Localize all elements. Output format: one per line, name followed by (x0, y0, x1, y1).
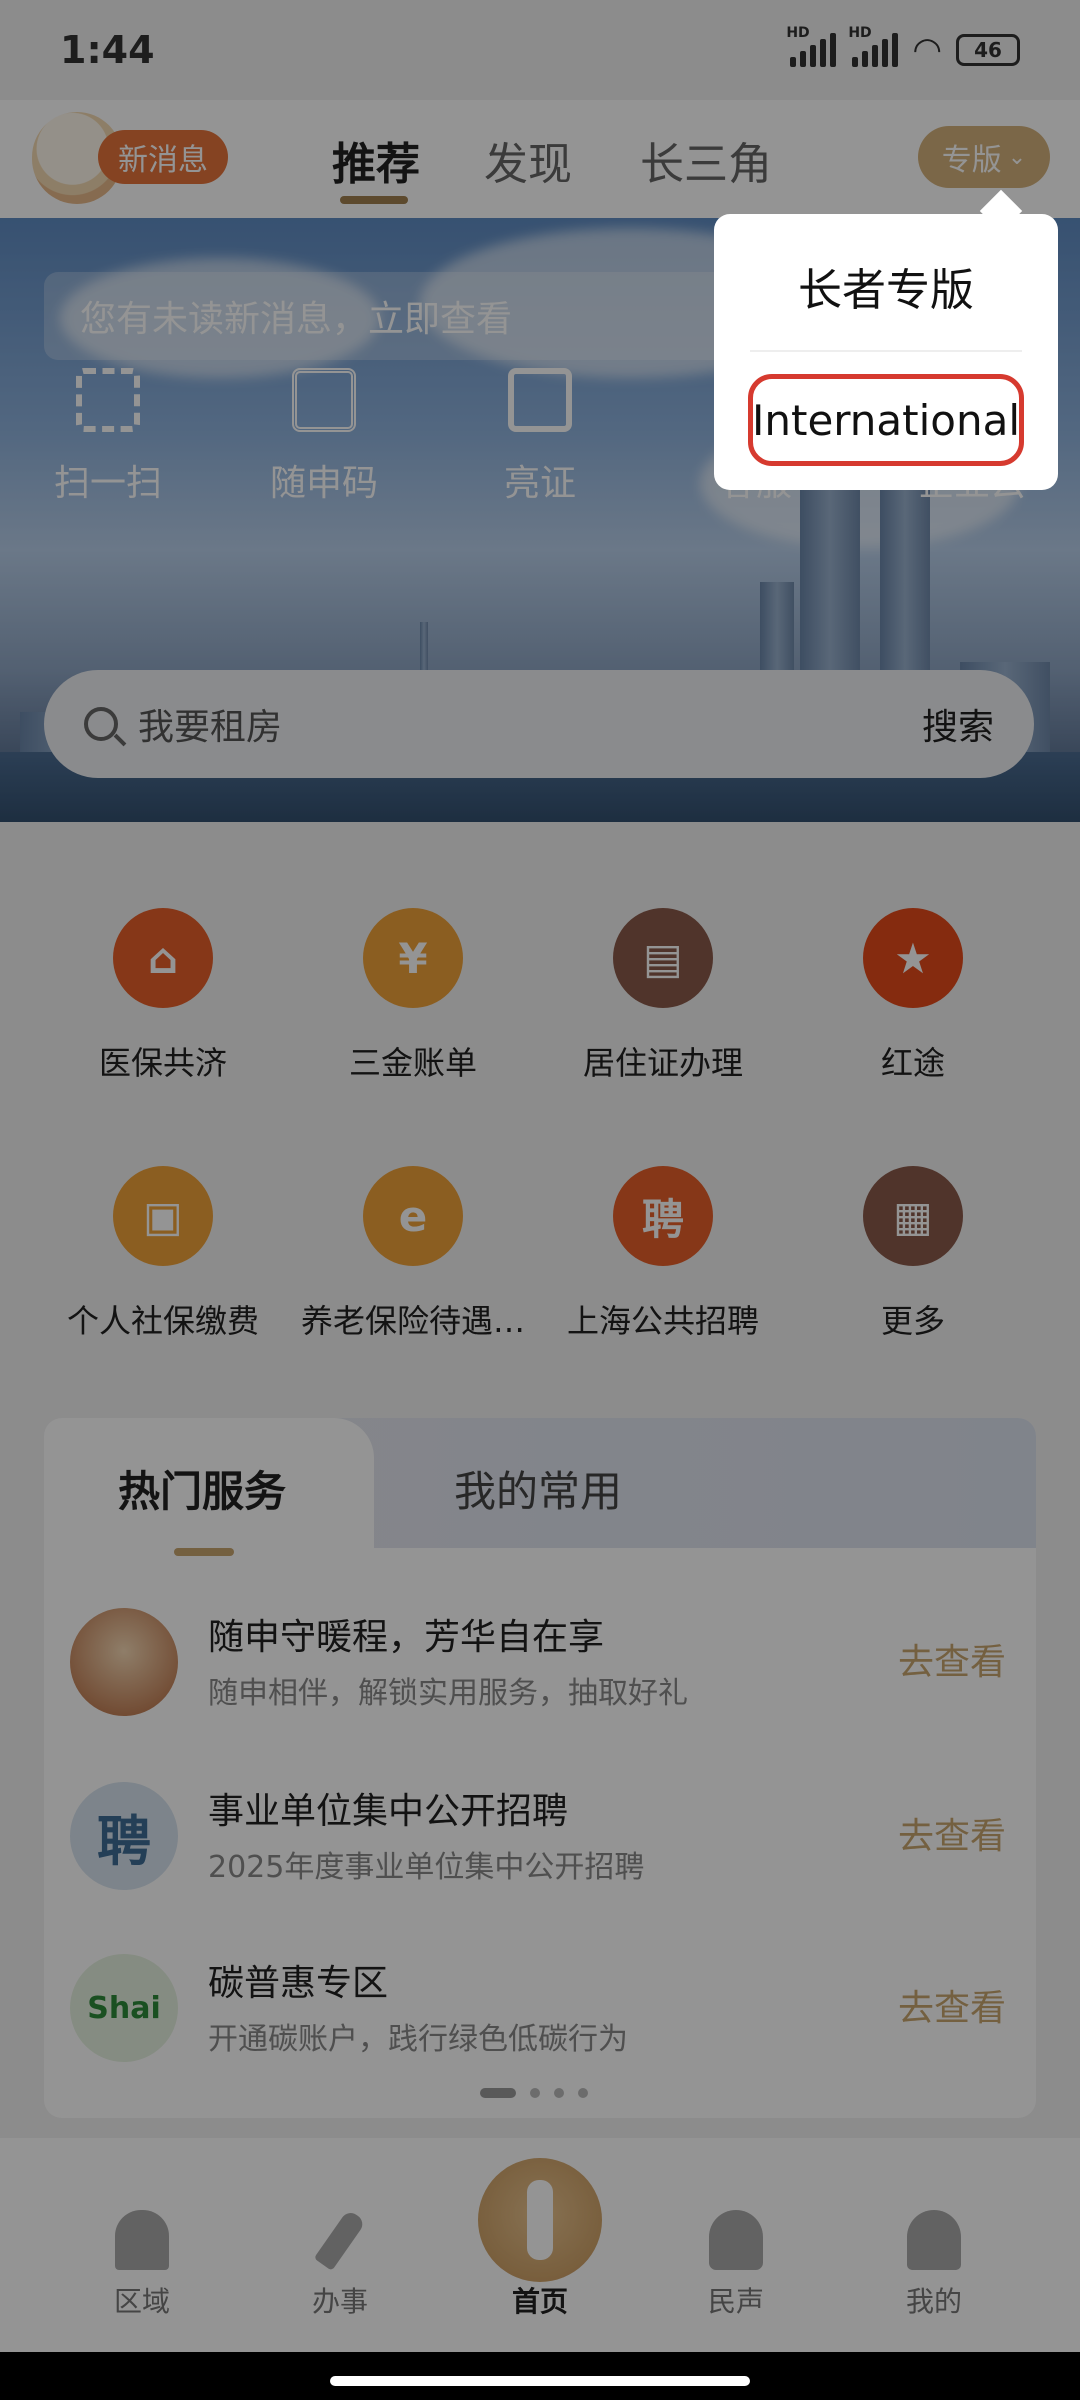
menu-item-elder-edition[interactable]: 长者专版 (714, 254, 1058, 318)
menu-divider (750, 350, 1022, 352)
system-nav-bar (0, 2352, 1080, 2400)
gesture-handle[interactable] (330, 2376, 750, 2386)
menu-item-international[interactable]: International (748, 374, 1024, 466)
edition-popup-menu: 长者专版 International (714, 214, 1058, 490)
